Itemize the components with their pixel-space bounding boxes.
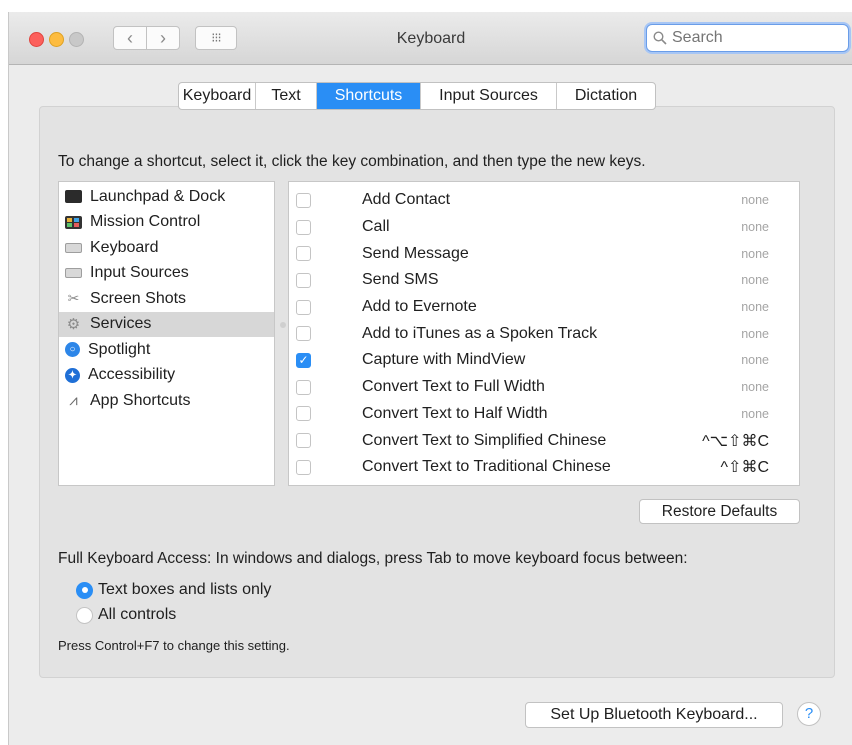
shortcut-label: Convert Text to Half Width	[362, 404, 548, 422]
radio-button[interactable]	[76, 606, 93, 624]
shortcut-checkbox[interactable]	[296, 433, 311, 449]
shortcut-row[interactable]: Convert Text to Simplified Chinese ^⌥⇧⌘C	[289, 427, 799, 454]
shortcut-key[interactable]: none	[741, 327, 769, 341]
shortcut-key[interactable]: none	[741, 300, 769, 314]
shortcut-key[interactable]: none	[741, 247, 769, 261]
title-bar: ‹ › ⁝⁝⁝ Keyboard	[9, 12, 852, 65]
input-sources-icon	[65, 268, 82, 279]
launchpad-icon	[65, 190, 82, 204]
tab-keyboard[interactable]: Keyboard	[179, 83, 256, 109]
tab-shortcuts[interactable]: Shortcuts	[317, 83, 421, 109]
shortcut-key[interactable]: ^⌥⇧⌘C	[702, 431, 769, 451]
app-shortcuts-icon: ⩘	[69, 392, 78, 410]
shortcut-row[interactable]: Add Contact none	[289, 187, 799, 214]
shortcut-label: Send SMS	[362, 271, 439, 289]
shortcut-label: Add to Evernote	[362, 298, 477, 316]
category-label: Keyboard	[90, 238, 159, 256]
shortcut-label: Convert Text to Simplified Chinese	[362, 431, 607, 449]
category-item-launchpad-dock[interactable]: Launchpad & Dock	[59, 184, 274, 210]
category-label: Spotlight	[88, 340, 151, 358]
shortcut-checkbox[interactable]	[296, 246, 311, 262]
category-label: Accessibility	[88, 366, 176, 384]
shortcut-checkbox[interactable]	[296, 272, 311, 288]
shortcut-label: Capture with MindView	[362, 351, 526, 369]
tab-input-sources[interactable]: Input Sources	[421, 83, 557, 109]
keyboard-icon	[65, 242, 82, 253]
shortcut-row[interactable]: Convert Text to Full Width none	[289, 374, 799, 401]
radio-label: Text boxes and lists only	[98, 581, 272, 598]
category-item-mission-control[interactable]: Mission Control	[59, 210, 274, 236]
shortcut-label: Call	[362, 218, 390, 236]
category-item-input-sources[interactable]: Input Sources	[59, 261, 274, 287]
screenshots-icon: ✂	[67, 290, 80, 307]
search-input[interactable]	[670, 28, 834, 48]
shortcut-key[interactable]: none	[741, 220, 769, 234]
mission-control-icon	[65, 215, 82, 229]
radio-button[interactable]	[76, 581, 93, 599]
shortcut-checkbox[interactable]	[296, 326, 311, 342]
category-list[interactable]: Launchpad & Dock Mission Control Keyboar…	[58, 181, 275, 486]
category-item-spotlight[interactable]: ○ Spotlight	[59, 337, 274, 363]
shortcut-key[interactable]: none	[741, 193, 769, 207]
shortcut-key[interactable]: ^⇧⌘C	[721, 457, 769, 477]
tab-bar: Keyboard Text Shortcuts Input Sources Di…	[178, 82, 656, 110]
services-gear-icon: ⚙	[66, 316, 81, 334]
shortcut-row[interactable]: Call none	[289, 214, 799, 241]
shortcut-label: Add to iTunes as a Spoken Track	[362, 324, 598, 342]
checkmark-icon: ✓	[298, 353, 309, 368]
category-item-accessibility[interactable]: ✦ Accessibility	[59, 363, 274, 389]
shortcut-row[interactable]: ✓ Capture with MindView none	[289, 347, 799, 374]
shortcut-row[interactable]: Convert Text to Half Width none	[289, 401, 799, 428]
radio-all-controls[interactable]: All controls	[76, 606, 176, 624]
search-icon	[653, 31, 667, 45]
shortcut-checkbox[interactable]	[296, 459, 311, 475]
set-up-bluetooth-keyboard-button[interactable]: Set Up Bluetooth Keyboard...	[525, 702, 783, 728]
instruction-text: To change a shortcut, select it, click t…	[58, 153, 646, 170]
shortcut-label: Convert Text to Full Width	[362, 378, 545, 396]
tab-text[interactable]: Text	[256, 83, 317, 109]
shortcut-row[interactable]: Add to Evernote none	[289, 294, 799, 321]
shortcut-key[interactable]: none	[741, 380, 769, 394]
keyboard-access-hint: Press Control+F7 to change this setting.	[58, 638, 290, 653]
shortcut-label: Add Contact	[362, 191, 451, 209]
shortcut-checkbox[interactable]	[296, 299, 311, 315]
spotlight-icon: ○	[65, 342, 80, 358]
shortcut-checkbox[interactable]	[296, 379, 311, 395]
category-item-services[interactable]: ⚙ Services	[59, 311, 274, 337]
shortcut-row[interactable]: Convert Text to Traditional Chinese ^⇧⌘C	[289, 454, 799, 481]
shortcut-label: Convert Text to Traditional Chinese	[362, 458, 611, 476]
shortcut-checkbox[interactable]	[296, 219, 311, 235]
category-item-screen-shots[interactable]: ✂ Screen Shots	[59, 286, 274, 312]
shortcut-label: Send Message	[362, 244, 469, 262]
tab-dictation[interactable]: Dictation	[557, 83, 655, 109]
shortcut-row[interactable]: Add to iTunes as a Spoken Track none	[289, 320, 799, 347]
help-button[interactable]: ?	[797, 702, 821, 726]
shortcut-checkbox[interactable]	[296, 192, 311, 208]
category-item-app-shortcuts[interactable]: ⩘ App Shortcuts	[59, 388, 274, 414]
shortcut-checkbox[interactable]	[296, 406, 311, 422]
shortcut-key[interactable]: none	[741, 273, 769, 287]
category-label: Input Sources	[90, 264, 189, 282]
category-label: Mission Control	[90, 213, 201, 231]
category-label: Screen Shots	[90, 289, 187, 307]
restore-defaults-button[interactable]: Restore Defaults	[639, 499, 800, 524]
shortcut-checkbox[interactable]: ✓	[296, 352, 311, 368]
search-field[interactable]	[646, 24, 849, 52]
shortcut-row[interactable]: Send Message none	[289, 240, 799, 267]
shortcut-row[interactable]: Send SMS none	[289, 267, 799, 294]
shortcut-key[interactable]: none	[741, 353, 769, 367]
category-item-keyboard[interactable]: Keyboard	[59, 235, 274, 261]
radio-text-boxes-and-lists[interactable]: Text boxes and lists only	[76, 581, 271, 599]
accessibility-icon: ✦	[65, 367, 80, 383]
full-keyboard-access-label: Full Keyboard Access: In windows and dia…	[58, 550, 688, 567]
radio-label: All controls	[98, 606, 177, 623]
split-view-divider-handle[interactable]	[280, 322, 286, 328]
category-label: Services	[90, 315, 152, 333]
shortcut-list[interactable]: Add Contact none Call none Send Message non…	[288, 181, 800, 486]
category-label: Launchpad & Dock	[90, 187, 226, 205]
category-label: App Shortcuts	[90, 391, 191, 409]
shortcut-key[interactable]: none	[741, 407, 769, 421]
